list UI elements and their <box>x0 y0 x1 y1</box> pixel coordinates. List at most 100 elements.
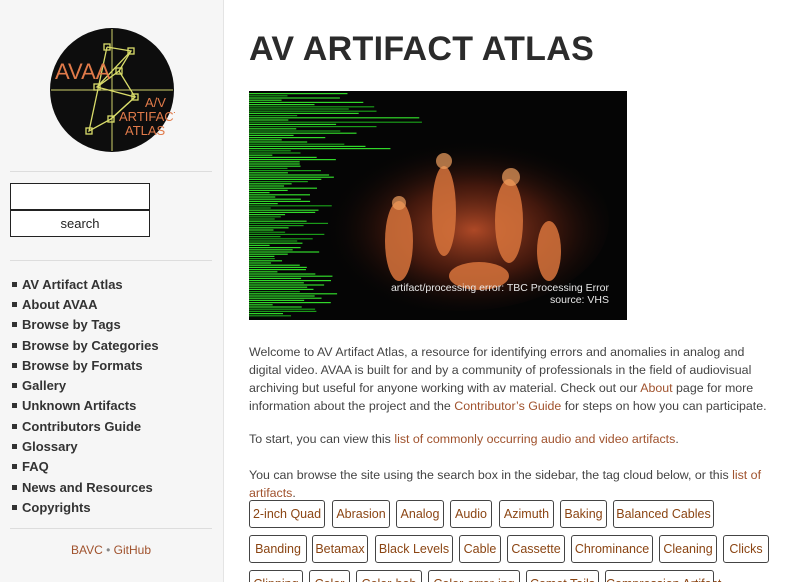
glitch-line <box>249 218 275 220</box>
glitch-line <box>249 264 300 266</box>
glitch-line <box>249 117 420 119</box>
glitch-line <box>249 249 293 251</box>
bullet-icon <box>12 484 17 490</box>
about-link[interactable]: About <box>640 381 672 395</box>
tag[interactable]: Color <box>309 570 350 582</box>
tag[interactable]: Baking <box>560 500 607 528</box>
tag[interactable]: Balanced Cables <box>613 500 714 528</box>
nav-item-browse-formats[interactable]: Browse by Formats <box>12 355 159 375</box>
glitch-line <box>249 167 288 169</box>
bullet-icon <box>12 362 17 368</box>
tag[interactable]: Color-bob <box>356 570 422 582</box>
intro-paragraph: Welcome to AV Artifact Atlas, a resource… <box>249 345 767 413</box>
glitch-line <box>249 306 302 308</box>
start-paragraph: To start, you can view this list of comm… <box>249 432 679 446</box>
tag[interactable]: Color-error-ing <box>428 570 520 582</box>
tag[interactable]: Abrasion <box>332 500 390 528</box>
tag[interactable]: Betamax <box>312 535 368 563</box>
hero-caption-line1: artifact/processing error: TBC Processin… <box>391 282 610 294</box>
github-link[interactable]: GitHub <box>114 543 151 557</box>
glitch-line <box>249 310 317 312</box>
tag[interactable]: Audio <box>450 500 492 528</box>
nav-item-about[interactable]: About AVAA <box>12 294 159 314</box>
tag[interactable]: Chrominance <box>571 535 653 563</box>
svg-text:ATLAS: ATLAS <box>125 123 166 138</box>
nav-item-browse-categories[interactable]: Browse by Categories <box>12 335 159 355</box>
nav-item-gallery[interactable]: Gallery <box>12 375 159 395</box>
common-artifacts-link[interactable]: list of commonly occurring audio and vid… <box>394 432 675 446</box>
tag[interactable]: Clipping <box>249 570 303 582</box>
nav-item-copyrights[interactable]: Copyrights <box>12 497 159 517</box>
glitch-line <box>249 220 307 222</box>
glitch-line <box>249 112 359 114</box>
tag[interactable]: Cleaning <box>659 535 717 563</box>
glitch-line <box>249 126 377 128</box>
glitch-line <box>249 293 338 295</box>
glitch-line <box>249 282 304 284</box>
nav-item-av-artifact-atlas[interactable]: AV Artifact Atlas <box>12 274 159 294</box>
nav-item-news-resources[interactable]: News and Resources <box>12 477 159 497</box>
avaa-logo[interactable]: AVAA A/V ARTIFACT ATLAS <box>49 27 175 153</box>
glitch-line <box>249 134 294 136</box>
glitch-line <box>249 207 271 209</box>
bavc-link[interactable]: BAVC <box>71 543 103 557</box>
glitch-line <box>249 187 318 189</box>
tag[interactable]: Cable <box>459 535 501 563</box>
glitch-line <box>249 211 316 213</box>
bullet-icon <box>12 281 17 287</box>
bullet-icon <box>12 464 17 470</box>
glitch-line <box>249 148 391 150</box>
glitch-line <box>249 176 334 178</box>
nav-item-faq[interactable]: FAQ <box>12 457 159 477</box>
glitch-line <box>249 251 320 253</box>
sidebar-nav: AV Artifact Atlas About AVAA Browse by T… <box>12 274 159 518</box>
glitch-line <box>249 297 322 299</box>
glitch-line <box>249 163 300 165</box>
glitch-line <box>249 99 282 101</box>
nav-item-glossary[interactable]: Glossary <box>12 436 159 456</box>
glitch-line <box>249 233 325 235</box>
nav-item-contributors-guide[interactable]: Contributors Guide <box>12 416 159 436</box>
glitch-line <box>249 313 284 315</box>
hero-video-frame: artifact/processing error: TBC Processin… <box>249 91 627 320</box>
glitch-line <box>249 192 270 194</box>
search-input[interactable] <box>10 183 150 210</box>
nav-item-unknown-artifacts[interactable]: Unknown Artifacts <box>12 396 159 416</box>
tag[interactable]: 2-inch Quad <box>249 500 325 528</box>
tag[interactable]: Compression Artifact <box>605 570 721 582</box>
glitch-line <box>249 236 281 238</box>
glitch-line <box>249 225 304 227</box>
glitch-line <box>249 156 317 158</box>
glitch-line <box>249 137 326 139</box>
glitch-line <box>249 200 311 202</box>
tag[interactable]: Black Levels <box>375 535 453 563</box>
glitch-line <box>249 258 275 260</box>
tag[interactable]: Clicks <box>723 535 769 563</box>
bullet-icon <box>12 504 17 510</box>
tag[interactable]: Analog <box>396 500 444 528</box>
divider <box>10 171 212 172</box>
bullet-icon <box>12 423 17 429</box>
hero-image: artifact/processing error: TBC Processin… <box>249 91 627 320</box>
glitch-line <box>249 205 332 207</box>
tag[interactable]: Azimuth <box>499 500 554 528</box>
glitch-line <box>249 231 286 233</box>
glitch-line <box>249 139 282 141</box>
glitch-line <box>249 269 306 271</box>
glitch-line <box>249 275 333 277</box>
tag[interactable]: Comet Tails <box>526 570 599 582</box>
nav-item-browse-tags[interactable]: Browse by Tags <box>12 315 159 335</box>
glitch-line <box>249 291 300 293</box>
glitch-line <box>249 266 307 268</box>
sidebar: AVAA A/V ARTIFACT ATLAS search AV Artifa… <box>0 0 224 582</box>
tag[interactable]: Cassette <box>507 535 565 563</box>
glitch-line <box>249 165 301 167</box>
glitch-line <box>249 141 308 143</box>
contributors-guide-link[interactable]: Contributor’s Guide <box>454 399 561 413</box>
search-button[interactable]: search <box>10 210 150 237</box>
bullet-icon <box>12 444 17 450</box>
glitch-line <box>249 214 286 216</box>
glitch-line <box>249 260 283 262</box>
divider <box>10 260 212 261</box>
tag[interactable]: Banding <box>249 535 307 563</box>
